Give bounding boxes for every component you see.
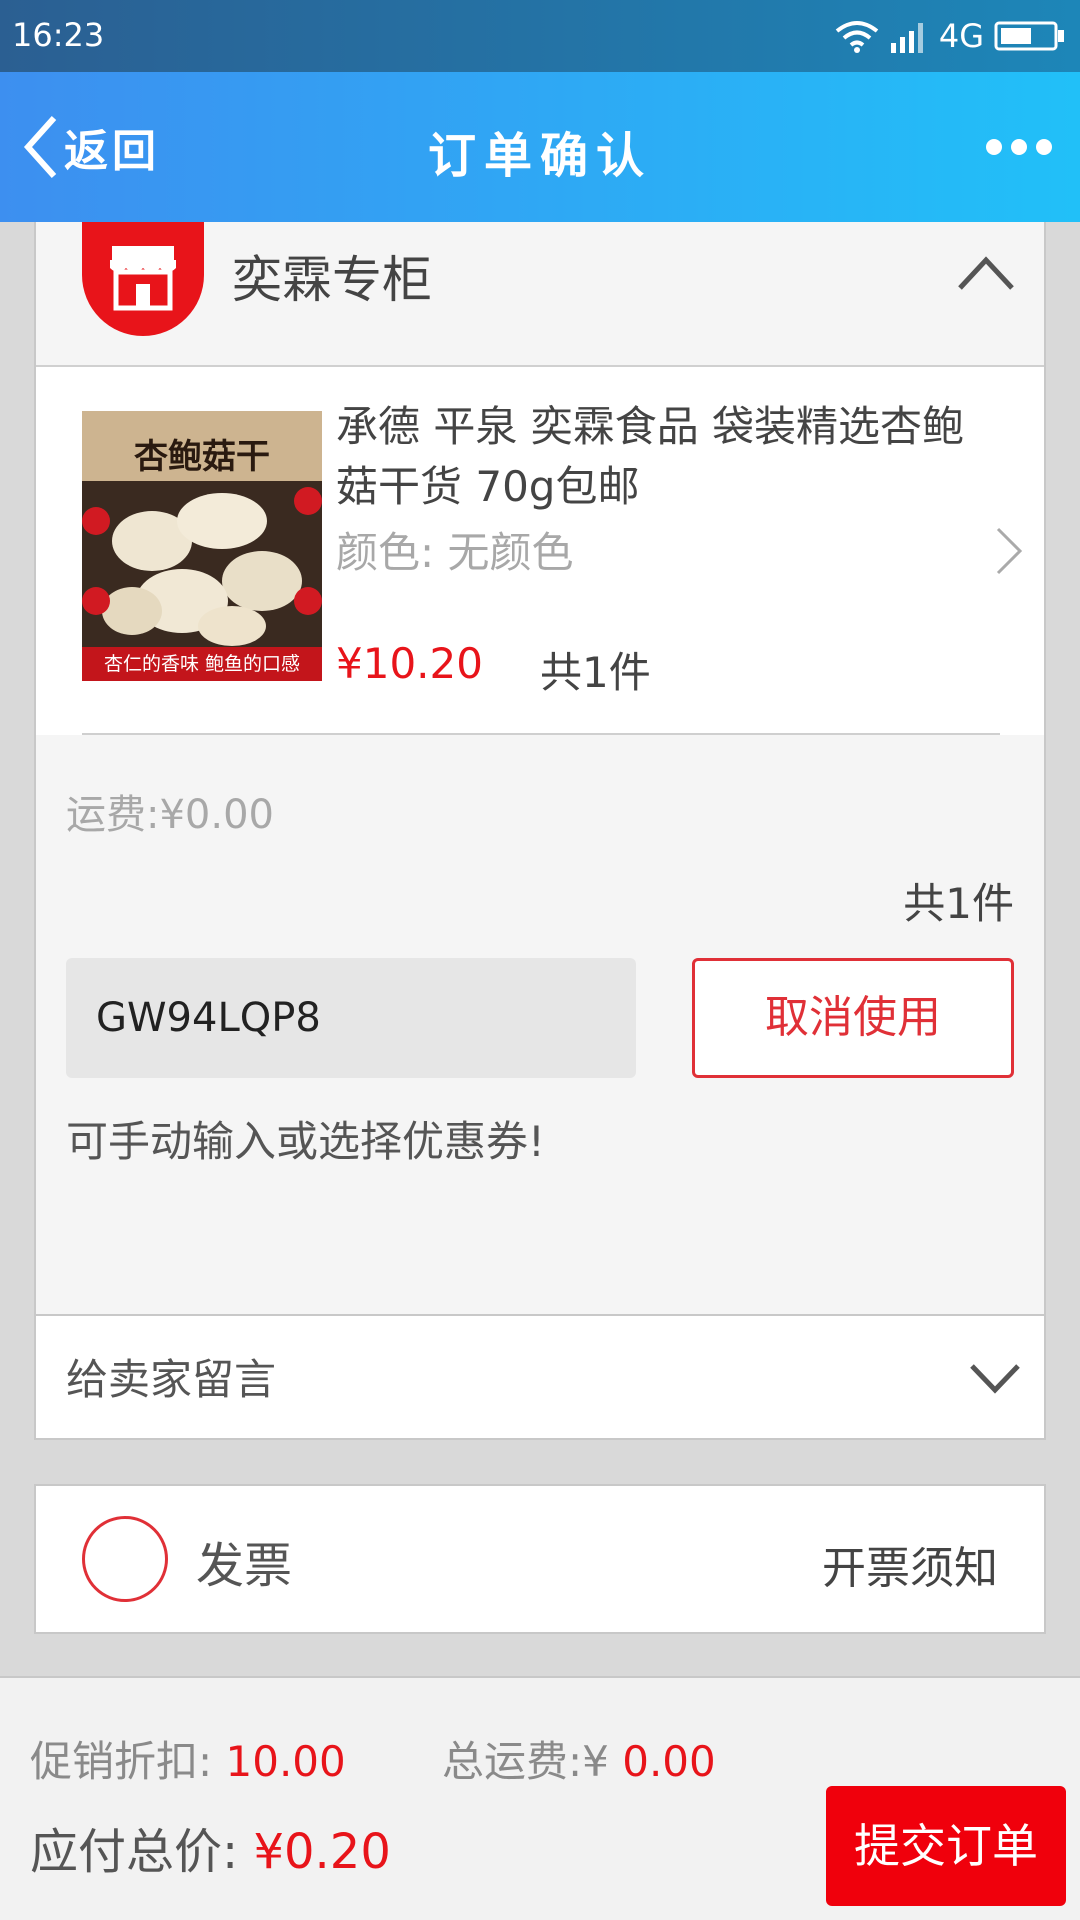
product-image: 杏鲍菇干 杏仁的香味 鲍鱼的口感: [82, 411, 322, 681]
shop-name: 奕霖专柜: [232, 251, 432, 309]
product-color: 颜色: 无颜色: [336, 528, 574, 577]
more-icon[interactable]: [984, 130, 1054, 164]
status-time: 16:23: [12, 16, 105, 54]
page-title: 订单确认: [427, 128, 652, 184]
invoice-label: 发票: [196, 1538, 293, 1594]
total-quantity: 共1件: [903, 879, 1014, 928]
product-price: ¥10.20: [336, 639, 483, 688]
shop-order-card: 奕霖专柜 杏鲍菇干 杏仁的香味 鲍鱼的口感 承德 平泉 奕霖食品 袋装精选杏鲍菇…: [34, 222, 1046, 1440]
freight-summary: 总运费:¥ 0.00: [442, 1728, 716, 1789]
total-label: 应付总价:: [30, 1824, 254, 1880]
discount-value: 10.00: [225, 1737, 346, 1786]
invoice-notice-link[interactable]: 开票须知: [822, 1532, 998, 1596]
shipping-fee: 运费:¥0.00: [66, 792, 274, 838]
discount-label: 促销折扣:: [30, 1737, 226, 1786]
chevron-up-icon[interactable]: [956, 252, 1016, 292]
invoice-card: 发票 开票须知: [34, 1484, 1046, 1634]
signal-icon: [890, 23, 923, 53]
coupon-code-input[interactable]: [66, 958, 636, 1078]
shop-icon: [82, 222, 204, 336]
divider: [82, 733, 1000, 735]
status-bar: 16:23 4G: [0, 0, 1080, 72]
coupon-hint: 可手动输入或选择优惠券!: [66, 1117, 545, 1166]
seller-message-label: 给卖家留言: [66, 1355, 277, 1404]
network-type: 4G: [938, 17, 984, 55]
product-item[interactable]: 杏鲍菇干 杏仁的香味 鲍鱼的口感 承德 平泉 奕霖食品 袋装精选杏鲍菇干货 70…: [36, 367, 1044, 735]
discount-summary: 促销折扣: 10.00: [30, 1728, 346, 1789]
invoice-radio[interactable]: [82, 1516, 168, 1602]
submit-order-button[interactable]: 提交订单: [826, 1786, 1066, 1906]
total-value: ¥0.20: [253, 1824, 391, 1880]
product-title: 承德 平泉 奕霖食品 袋装精选杏鲍菇干货 70g包邮: [336, 402, 965, 511]
product-image-title: 杏鲍菇干: [134, 437, 270, 477]
product-quantity: 共1件: [540, 648, 651, 697]
shop-header: 奕霖专柜: [36, 222, 1044, 367]
wifi-icon: [835, 21, 879, 53]
product-image-banner: 杏仁的香味 鲍鱼的口感: [82, 647, 322, 681]
freight-value: 0.00: [622, 1737, 716, 1786]
cancel-coupon-button[interactable]: 取消使用: [692, 958, 1014, 1078]
order-summary-footer: 促销折扣: 10.00 总运费:¥ 0.00 应付总价: ¥0.20 提交订单: [0, 1676, 1080, 1920]
status-indicators: 4G: [835, 12, 1066, 60]
top-nav-bar: 返回 订单确认: [0, 72, 1080, 222]
chevron-down-icon: [970, 1364, 1020, 1394]
seller-message-row[interactable]: 给卖家留言: [36, 1314, 1044, 1438]
battery-icon: [994, 21, 1064, 51]
total-summary: 应付总价: ¥0.20: [30, 1812, 391, 1882]
freight-label: 总运费:¥: [442, 1737, 623, 1786]
chevron-right-icon: [996, 527, 1023, 575]
